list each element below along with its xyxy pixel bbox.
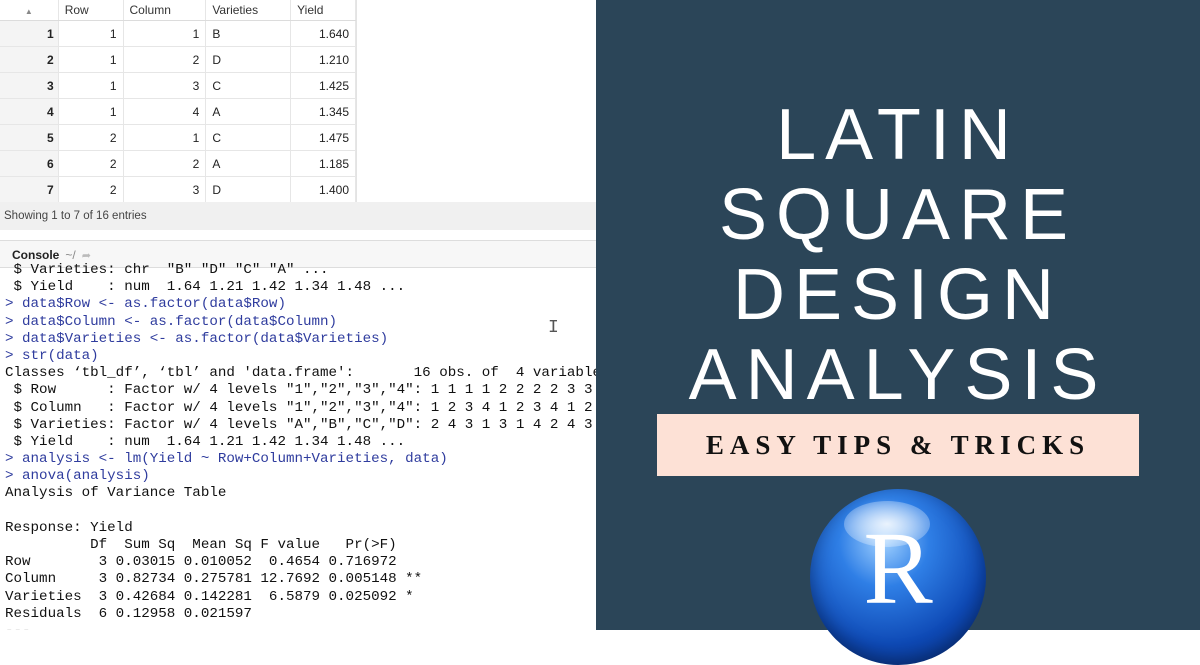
console-output-line: $ Row : Factor w/ 4 levels "1","2","3","… bbox=[5, 382, 596, 399]
column-cell: 1 bbox=[123, 124, 207, 151]
yield-cell: 1.210 bbox=[290, 46, 356, 73]
column-header-yield[interactable]: Yield bbox=[290, 0, 356, 21]
console-output-line: $ Varieties: Factor w/ 4 levels "A","B",… bbox=[5, 416, 596, 433]
console-output-line: $ Yield : num 1.64 1.21 1.42 1.34 1.48 .… bbox=[5, 279, 406, 296]
goto-directory-icon[interactable]: ➦ bbox=[82, 250, 91, 262]
console-output-line: Classes ‘tbl_df’, ‘tbl’ and 'data.frame'… bbox=[5, 365, 596, 382]
column-cell: 3 bbox=[123, 72, 207, 99]
console-output-line: $ Varieties: chr "B" "D" "C" "A" ... bbox=[5, 262, 329, 278]
variety-cell: A bbox=[205, 150, 292, 177]
console-output-line: Residuals 6 0.12958 0.021597 bbox=[5, 605, 252, 622]
r-logo-icon: R bbox=[810, 489, 986, 665]
table-row[interactable]: 3 1 3 C 1.425 bbox=[0, 72, 356, 99]
console-output-line: --- bbox=[5, 623, 596, 630]
row-index-cell: 4 bbox=[0, 98, 59, 125]
console-output-line: Response: Yield bbox=[5, 519, 133, 536]
column-cell: 4 bbox=[123, 98, 207, 125]
variety-cell: C bbox=[205, 124, 292, 151]
yield-cell: 1.425 bbox=[290, 72, 356, 99]
row-cell: 1 bbox=[58, 46, 124, 73]
column-cell: 2 bbox=[123, 150, 207, 177]
banner-title: LATIN SQUARE DESIGN ANALYSIS bbox=[596, 95, 1200, 415]
variety-cell: C bbox=[205, 72, 292, 99]
console-output-line: $ Column : Factor w/ 4 levels "1","2","3… bbox=[5, 399, 596, 416]
console-command-line: > anova(analysis) bbox=[5, 468, 150, 485]
variety-cell: A bbox=[205, 98, 292, 125]
column-cell: 2 bbox=[123, 46, 207, 73]
table-row[interactable]: 5 2 1 C 1.475 bbox=[0, 124, 356, 151]
row-cell: 2 bbox=[58, 150, 124, 177]
row-cell: 2 bbox=[58, 124, 124, 151]
row-cell: 1 bbox=[58, 72, 124, 99]
console-command-line: > data$Varieties <- as.factor(data$Varie… bbox=[5, 330, 389, 347]
variety-cell: D bbox=[205, 176, 292, 203]
console-command-line: > data$Row <- as.factor(data$Row) bbox=[5, 296, 286, 313]
r-logo-letter: R bbox=[863, 511, 933, 626]
rstudio-panel: ▲ Row Column Varieties Yield 1 1 1 B 1.640 2 1… bbox=[0, 0, 596, 630]
console-command-line: > data$Column <- as.factor(data$Column) bbox=[5, 313, 338, 330]
console-output-line: Row 3 0.03015 0.010052 0.4654 0.716972 bbox=[5, 554, 397, 571]
title-banner: LATIN SQUARE DESIGN ANALYSIS EASY TIPS &… bbox=[596, 0, 1200, 665]
table-row[interactable]: 1 1 1 B 1.640 bbox=[0, 20, 356, 47]
row-index-cell: 6 bbox=[0, 150, 59, 177]
console-output-line: Varieties 3 0.42684 0.142281 6.5879 0.02… bbox=[5, 588, 414, 605]
yield-cell: 1.640 bbox=[290, 20, 356, 47]
subtitle-text: EASY TIPS & TRICKS bbox=[705, 429, 1091, 460]
row-index-cell: 2 bbox=[0, 46, 59, 73]
console-path: ~/ bbox=[65, 248, 76, 262]
text-cursor-icon: I bbox=[548, 318, 559, 338]
console-output-line: $ Yield : num 1.64 1.21 1.42 1.34 1.48 .… bbox=[5, 433, 406, 450]
title-line: DESIGN bbox=[732, 255, 1064, 335]
console-command-line: > str(data) bbox=[5, 347, 99, 364]
column-cell: 3 bbox=[123, 176, 207, 203]
row-index-cell: 5 bbox=[0, 124, 59, 151]
row-index-cell: 1 bbox=[0, 20, 59, 47]
yield-cell: 1.400 bbox=[290, 176, 356, 203]
console-tab-label: Console bbox=[12, 248, 60, 262]
console-output-line: Column 3 0.82734 0.275781 12.7692 0.0051… bbox=[5, 571, 423, 588]
title-line: LATIN bbox=[776, 95, 1020, 175]
column-cell: 1 bbox=[123, 20, 207, 47]
yield-cell: 1.185 bbox=[290, 150, 356, 177]
variety-cell: D bbox=[205, 46, 292, 73]
column-header-row[interactable]: Row bbox=[58, 0, 124, 21]
data-table: ▲ Row Column Varieties Yield 1 1 1 B 1.640 2 1… bbox=[0, 0, 356, 203]
row-index-cell: 3 bbox=[0, 72, 59, 99]
console-output[interactable]: $ Varieties: chr "B" "D" "C" "A" ... $ Y… bbox=[5, 262, 596, 630]
sort-icon: ▲ bbox=[24, 7, 33, 16]
column-header-column[interactable]: Column bbox=[123, 0, 207, 21]
row-index-header[interactable]: ▲ bbox=[0, 0, 59, 21]
table-row[interactable]: 2 1 2 D 1.210 bbox=[0, 46, 356, 73]
table-entries-info: Showing 1 to 7 of 16 entries bbox=[0, 202, 596, 230]
yield-cell: 1.345 bbox=[290, 98, 356, 125]
row-cell: 1 bbox=[58, 98, 124, 125]
row-index-cell: 7 bbox=[0, 176, 59, 203]
data-viewer-table: ▲ Row Column Varieties Yield 1 1 1 B 1.640 2 1… bbox=[0, 0, 357, 203]
variety-cell: B bbox=[205, 20, 292, 47]
console-command-line: > analysis <- lm(Yield ~ Row+Column+Vari… bbox=[5, 451, 448, 468]
row-cell: 1 bbox=[58, 20, 124, 47]
table-header-row: ▲ Row Column Varieties Yield bbox=[0, 0, 356, 21]
yield-cell: 1.475 bbox=[290, 124, 356, 151]
title-line: SQUARE bbox=[718, 175, 1078, 255]
column-header-varieties[interactable]: Varieties bbox=[205, 0, 292, 21]
row-cell: 2 bbox=[58, 176, 124, 203]
console-output-line: Analysis of Variance Table bbox=[5, 485, 227, 502]
console-output-line: Df Sum Sq Mean Sq F value Pr(>F) bbox=[5, 537, 397, 553]
table-row[interactable]: 6 2 2 A 1.185 bbox=[0, 150, 356, 177]
subtitle-box: EASY TIPS & TRICKS bbox=[657, 414, 1139, 476]
title-line: ANALYSIS bbox=[688, 335, 1108, 415]
table-row[interactable]: 4 1 4 A 1.345 bbox=[0, 98, 356, 125]
table-row[interactable]: 7 2 3 D 1.400 bbox=[0, 176, 356, 203]
